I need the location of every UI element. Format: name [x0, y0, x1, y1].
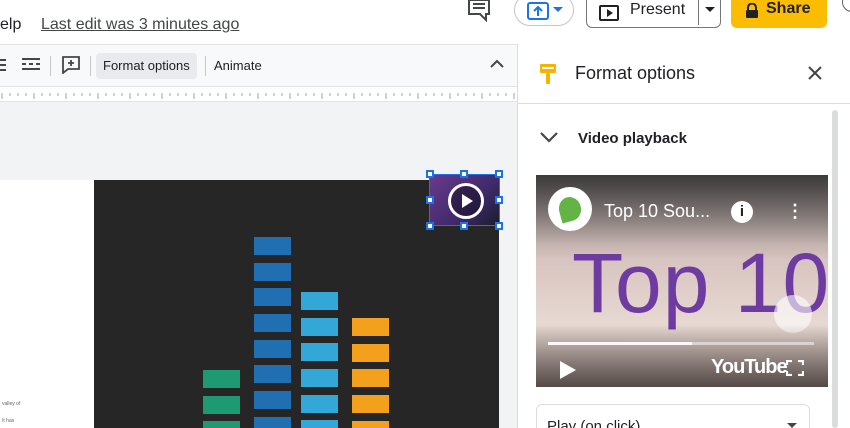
slides-editor: elp Last edit was 3 minutes ago Present [0, 0, 850, 428]
slide-left-part[interactable]: valley of It has [0, 180, 94, 428]
resize-handle[interactable] [460, 222, 468, 230]
line-spacing-icon[interactable] [22, 58, 40, 72]
video-playback-heading[interactable]: Video playback [578, 130, 687, 147]
chevron-down-icon[interactable] [540, 132, 558, 143]
top-bar: elp Last edit was 3 minutes ago Present [0, 0, 850, 44]
slide-text: It has [2, 418, 15, 424]
video-title[interactable]: Top 10 Sou... [604, 201, 710, 222]
animate-button[interactable]: Animate [214, 58, 262, 73]
equalizer-block [301, 292, 338, 310]
resize-handle[interactable] [460, 170, 468, 178]
channel-logo[interactable] [548, 187, 592, 231]
equalizer-block [254, 365, 291, 383]
selected-video[interactable] [429, 174, 500, 226]
equalizer-block [301, 420, 338, 428]
panel-header: Format options [518, 44, 850, 104]
equalizer-block [254, 288, 291, 306]
equalizer-block [301, 369, 338, 387]
leaf-icon [556, 194, 584, 224]
fullscreen-icon[interactable] [786, 360, 804, 376]
equalizer-block [203, 396, 240, 414]
last-edit-link[interactable]: Last edit was 3 minutes ago [41, 16, 239, 34]
play-icon[interactable] [560, 361, 576, 379]
playback-mode-value: Play (on click) [547, 418, 641, 428]
video-progress-fill [548, 342, 692, 345]
equalizer-block [301, 343, 338, 361]
comment-icon[interactable] [466, 0, 492, 22]
equalizer-block [352, 369, 389, 387]
equalizer-block [254, 391, 291, 409]
present-label: Present [630, 1, 686, 18]
upload-button[interactable] [514, 0, 574, 26]
chevron-down-icon [787, 423, 797, 428]
format-options-button[interactable]: Format options [96, 53, 197, 79]
slide-text: valley of [2, 401, 21, 407]
play-icon [448, 183, 484, 219]
toolbar-divider [90, 56, 91, 76]
equalizer-block [352, 344, 389, 362]
ruler-ticks [1, 93, 515, 99]
equalizer-block [203, 421, 240, 428]
present-dropdown-icon[interactable] [705, 7, 715, 13]
info-icon[interactable]: i [731, 201, 753, 223]
format-options-panel: Format options Video playback Top 10 Sou… [517, 44, 850, 428]
equalizer-block [352, 421, 389, 428]
equalizer-block [254, 417, 291, 428]
equalizer-block [352, 318, 389, 336]
close-icon[interactable] [808, 66, 822, 80]
equalizer-block [301, 395, 338, 413]
playback-mode-select[interactable]: Play (on click) [536, 404, 810, 428]
equalizer-block [203, 370, 240, 388]
format-paint-icon [540, 64, 556, 84]
present-divider [698, 0, 699, 25]
share-button[interactable]: Share [731, 0, 827, 28]
present-button[interactable]: Present [586, 0, 721, 28]
resize-handle[interactable] [495, 196, 503, 204]
toolbar: Format options Animate [0, 44, 518, 86]
equalizer-block [352, 395, 389, 413]
equalizer-block [254, 340, 291, 358]
resize-handle[interactable] [495, 222, 503, 230]
panel-scrollbar[interactable] [832, 110, 838, 428]
video-preview[interactable]: Top 10 Sou... i ⋮ Top 10 YouTube [536, 175, 828, 387]
panel-title: Format options [575, 63, 696, 83]
chevron-up-icon[interactable] [490, 59, 504, 68]
align-icon[interactable] [0, 59, 8, 71]
lock-icon [746, 3, 758, 18]
resize-handle[interactable] [426, 170, 434, 178]
equalizer-block [254, 237, 291, 255]
chevron-down-icon [553, 7, 563, 12]
ruler [0, 86, 518, 102]
more-vert-icon[interactable]: ⋮ [786, 201, 804, 222]
resize-handle[interactable] [426, 196, 434, 204]
avatar[interactable] [842, 0, 850, 12]
youtube-logo[interactable]: YouTube [711, 356, 788, 379]
video-progress-bar[interactable] [548, 342, 814, 345]
add-comment-icon[interactable] [62, 56, 80, 74]
upload-icon [527, 2, 549, 20]
resize-handle[interactable] [426, 222, 434, 230]
toolbar-divider [50, 56, 51, 76]
menu-help[interactable]: elp [0, 16, 21, 34]
equalizer-block [254, 314, 291, 332]
present-icon [599, 5, 619, 21]
toolbar-divider [205, 56, 206, 76]
equalizer-block [301, 318, 338, 336]
equalizer-block [254, 263, 291, 281]
share-label: Share [766, 0, 811, 17]
resize-handle[interactable] [495, 170, 503, 178]
